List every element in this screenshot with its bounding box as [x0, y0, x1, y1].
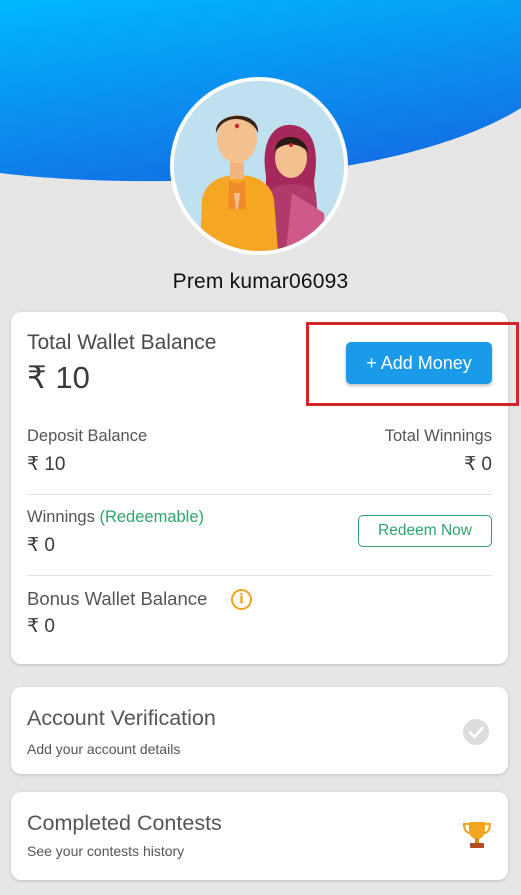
redeem-now-button[interactable]: Redeem Now: [358, 515, 492, 547]
redeemable-tag: (Redeemable): [99, 508, 205, 526]
total-wallet-balance-label: Total Wallet Balance: [27, 331, 217, 354]
total-winnings-value: ₹ 0: [464, 454, 492, 475]
bonus-wallet-balance-value: ₹ 0: [27, 616, 55, 637]
account-verification-subtitle: Add your account details: [27, 741, 181, 757]
deposit-balance-label: Deposit Balance: [27, 427, 148, 445]
info-icon[interactable]: i: [231, 589, 252, 610]
check-circle-icon: [463, 719, 489, 745]
total-wallet-balance-value: ₹ 10: [27, 360, 90, 395]
deposit-balance-value: ₹ 10: [27, 454, 66, 475]
trophy-icon: [462, 820, 492, 850]
total-winnings-label: Total Winnings: [384, 427, 492, 445]
divider: [27, 575, 492, 576]
profile-username: Prem kumar06093: [172, 270, 349, 293]
winnings-value: ₹ 0: [27, 535, 55, 556]
winnings-label-text: Winnings: [27, 508, 95, 526]
completed-contests-subtitle: See your contests history: [27, 843, 185, 859]
account-verification-card[interactable]: Account Verification Add your account de…: [11, 687, 508, 774]
add-money-button[interactable]: + Add Money: [346, 342, 492, 384]
bonus-wallet-balance-label: Bonus Wallet Balance: [27, 588, 208, 609]
completed-contests-card[interactable]: Completed Contests See your contests his…: [11, 792, 508, 880]
winnings-label: Winnings (Redeemable): [27, 508, 204, 527]
divider: [27, 494, 492, 495]
completed-contests-title: Completed Contests: [27, 811, 222, 835]
profile-avatar[interactable]: [170, 77, 348, 255]
account-verification-title: Account Verification: [27, 706, 216, 730]
wallet-card: Total Wallet Balance ₹ 10 + Add Money De…: [11, 312, 508, 664]
